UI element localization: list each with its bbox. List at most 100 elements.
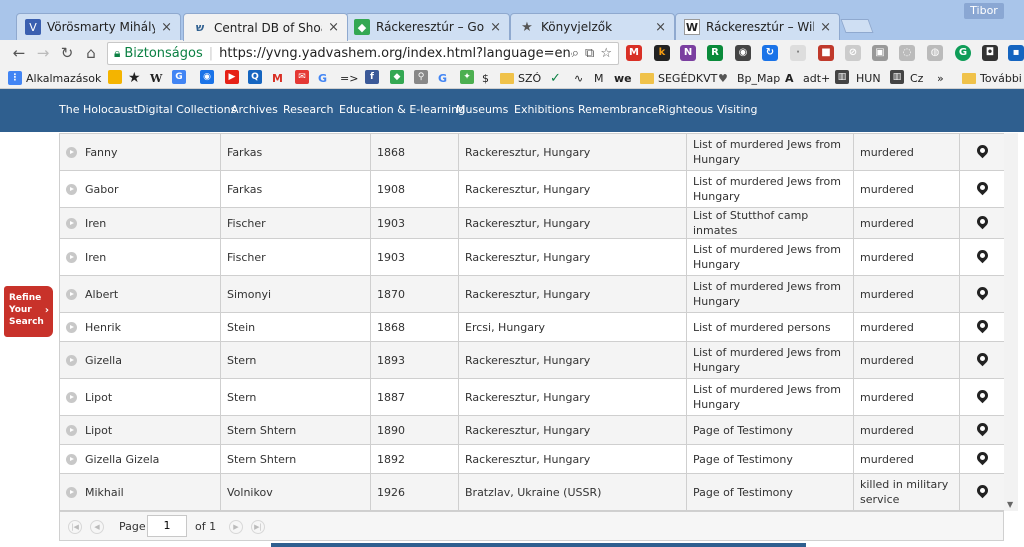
refine-search-button[interactable]: Refine Your Search › [4, 286, 53, 337]
bookmark-dollar[interactable]: $ [482, 70, 489, 86]
nav-research[interactable]: Research [283, 103, 333, 116]
a-icon[interactable]: A [785, 70, 794, 86]
facebook-icon[interactable]: f [365, 70, 379, 84]
expand-row-icon[interactable] [66, 184, 77, 195]
table-row[interactable]: Albert Simonyi 1870 Rackeresztur, Hungary Li… [59, 275, 1004, 313]
block-extension-icon[interactable]: ⊘ [845, 45, 861, 61]
gray-extension-icon-2[interactable]: ◌ [899, 45, 915, 61]
map-pin-icon[interactable] [974, 482, 990, 499]
globe-icon[interactable]: ◉ [200, 70, 214, 84]
page-number-input[interactable]: 1 [147, 515, 187, 537]
nav-righteous[interactable]: Righteous [658, 103, 713, 116]
vertical-scrollbar[interactable]: ▼ [1004, 133, 1018, 511]
bookmark-bp-map[interactable]: Bp_Map [737, 70, 780, 86]
globe-extension-icon[interactable]: ◉ [735, 45, 751, 61]
building-icon[interactable]: ▥ [835, 70, 849, 84]
expand-row-icon[interactable] [66, 425, 77, 436]
tab-google-maps[interactable]: ◆ Ráckeresztúr – Google Té × [345, 13, 510, 40]
close-icon[interactable]: × [655, 20, 666, 35]
map-pin-icon[interactable] [974, 247, 990, 264]
nav-museums[interactable]: Museums [456, 103, 508, 116]
windows-icon[interactable] [108, 70, 122, 84]
nav-visiting[interactable]: Visiting [717, 103, 757, 116]
bookmark-arrow[interactable]: => [340, 70, 358, 86]
map-pin-icon[interactable] [974, 350, 990, 367]
bookmark-other[interactable]: További l [962, 70, 1024, 86]
table-row[interactable]: Fanny Farkas 1868 Rackeresztur, Hungary List… [59, 133, 1004, 171]
nav-archives[interactable]: Archives [231, 103, 278, 116]
search-tool-icon[interactable]: ⚲ [414, 70, 428, 84]
gmail-extension-icon[interactable]: M [626, 45, 642, 61]
nav-digital-collections[interactable]: Digital Collections [137, 103, 236, 116]
home-icon[interactable]: ⌂ [82, 44, 100, 62]
map-pin-icon[interactable] [974, 317, 990, 334]
bookmark-segedkvt[interactable]: SEGÉDKVT [640, 70, 717, 86]
expand-row-icon[interactable] [66, 454, 77, 465]
sync-extension-icon[interactable]: ↻ [762, 45, 778, 61]
r-extension-icon[interactable]: R [707, 45, 723, 61]
camera-extension-icon[interactable]: ◘ [982, 45, 998, 61]
expand-row-icon[interactable] [66, 147, 77, 158]
first-page-icon[interactable]: |◀ [68, 520, 82, 534]
map-pin-icon[interactable] [974, 449, 990, 466]
k-extension-icon[interactable]: k [654, 45, 670, 61]
bookmark-hun[interactable]: HUN [856, 70, 881, 86]
tab-vorosmarty[interactable]: V Vörösmarty Mihály Köny × [16, 13, 181, 40]
nav-remembrance[interactable]: Remembrance [578, 103, 658, 116]
expand-row-icon[interactable] [66, 392, 77, 403]
tab-wikipedia[interactable]: W Ráckeresztúr – Wikipédia × [675, 13, 840, 40]
address-bar[interactable]: 🔒︎ Biztonságos | https://yvng.yadvashem.… [107, 42, 619, 65]
map-pin-icon[interactable] [974, 420, 990, 437]
scroll-down-icon[interactable]: ▼ [1007, 500, 1013, 509]
green-icon[interactable]: ✦ [460, 70, 474, 84]
bookmark-cz[interactable]: Cz [910, 70, 923, 86]
back-icon[interactable]: ← [10, 44, 28, 62]
table-row[interactable]: Lipot Stern 1887 Rackeresztur, Hungary List … [59, 378, 1004, 416]
prev-page-icon[interactable]: ◀ [90, 520, 104, 534]
maps-icon[interactable]: ◆ [390, 70, 404, 84]
bookmark-adt[interactable]: adt+ [803, 70, 830, 86]
expand-row-icon[interactable] [66, 218, 77, 229]
expand-row-icon[interactable] [66, 252, 77, 263]
zoom-icon[interactable]: ⌕ [572, 46, 579, 61]
we-icon[interactable]: we [614, 70, 632, 86]
table-row[interactable]: Lipot Stern Shtern 1890 Rackeresztur, Hunga… [59, 415, 1004, 445]
image-extension-icon[interactable]: ▣ [872, 45, 888, 61]
building-icon-2[interactable]: ▥ [890, 70, 904, 84]
blue-extension-icon[interactable]: ▪ [1008, 45, 1024, 61]
table-row[interactable]: Gizella Stern 1893 Rackeresztur, Hungary Lis… [59, 341, 1004, 379]
red-extension-icon[interactable]: ■ [818, 45, 834, 61]
expand-row-icon[interactable] [66, 322, 77, 333]
table-row[interactable]: Gizella Gizela Stern Shtern 1892 Rackereszt… [59, 444, 1004, 474]
bookmark-m[interactable]: M [594, 70, 604, 86]
nav-education[interactable]: Education & E-learning [339, 103, 465, 116]
table-row[interactable]: Mikhail Volnikov 1926 Bratzlav, Ukraine (US… [59, 473, 1004, 511]
next-page-icon[interactable]: ▶ [229, 520, 243, 534]
profile-button[interactable]: Tibor [964, 3, 1004, 19]
reload-icon[interactable]: ↻ [58, 44, 76, 62]
table-row[interactable]: Gabor Farkas 1908 Rackeresztur, Hungary List… [59, 170, 1004, 208]
gmail-icon[interactable]: M [272, 70, 283, 86]
check-icon[interactable]: ✓ [550, 70, 561, 86]
map-pin-icon[interactable] [974, 387, 990, 404]
gray-extension-icon-3[interactable]: ◍ [927, 45, 943, 61]
onenote-extension-icon[interactable]: N [680, 45, 696, 61]
heart-icon[interactable]: ♥ [718, 70, 728, 86]
nav-holocaust[interactable]: The Holocaust [59, 103, 138, 116]
map-pin-icon[interactable] [974, 142, 990, 159]
gray-extension-icon[interactable]: · [790, 45, 806, 61]
wave-icon[interactable]: ∿ [574, 70, 583, 86]
bookmark-star-icon[interactable]: ☆ [600, 46, 612, 61]
close-icon[interactable]: × [328, 20, 339, 35]
expand-row-icon[interactable] [66, 487, 77, 498]
youtube-icon[interactable]: ▶ [225, 70, 239, 84]
google-icon[interactable]: G [318, 70, 327, 86]
star-icon[interactable]: ★ [128, 70, 141, 86]
new-tab-button[interactable] [840, 19, 874, 33]
expand-row-icon[interactable] [66, 289, 77, 300]
close-icon[interactable]: × [161, 20, 172, 35]
forward-icon[interactable]: → [34, 44, 52, 62]
table-row[interactable]: Iren Fischer 1903 Rackeresztur, Hungary List… [59, 238, 1004, 276]
google-icon-2[interactable]: G [438, 70, 447, 86]
google-translate-icon[interactable]: G [172, 70, 186, 84]
